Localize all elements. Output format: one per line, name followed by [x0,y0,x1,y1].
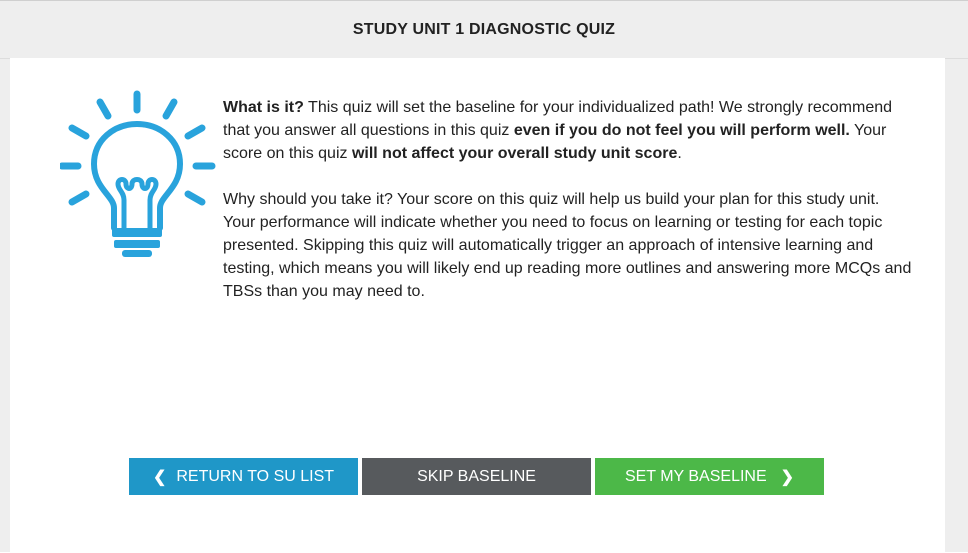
why-take-it-paragraph: Why should you take it? Your score on th… [223,191,912,300]
what-is-it-emphasis-1: even if you do not feel you will perform… [513,122,850,139]
skip-button-label: SKIP BASELINE [417,467,536,485]
what-is-it-emphasis-2: will not affect your overall study unit … [351,145,678,162]
what-is-it-paragraph: What is it? This quiz will set the basel… [223,96,913,165]
chevron-left-icon: ❮ [152,468,167,486]
dialog-header: STUDY UNIT 1 DIAGNOSTIC QUIZ [0,1,968,59]
what-is-it-lead: What is it? [223,99,304,116]
set-button-label: SET MY BASELINE [624,467,767,485]
content-panel: What is it? This quiz will set the basel… [10,58,945,553]
quiz-description: What is it? This quiz will set the basel… [223,96,913,326]
dialog-title: STUDY UNIT 1 DIAGNOSTIC QUIZ [352,20,616,38]
chevron-right-icon: ❯ [780,468,795,486]
return-button-label: RETURN TO SU LIST [176,467,335,485]
skip-baseline-button[interactable]: SKIP BASELINE [362,458,591,495]
quiz-dialog: STUDY UNIT 1 DIAGNOSTIC QUIZ What is it?… [0,0,968,553]
what-is-it-end: . [677,145,682,162]
set-my-baseline-button[interactable]: SET MY BASELINE ❯ [595,458,824,495]
return-to-su-list-button[interactable]: ❮ RETURN TO SU LIST [129,458,358,495]
lightbulb-icon [60,90,216,257]
